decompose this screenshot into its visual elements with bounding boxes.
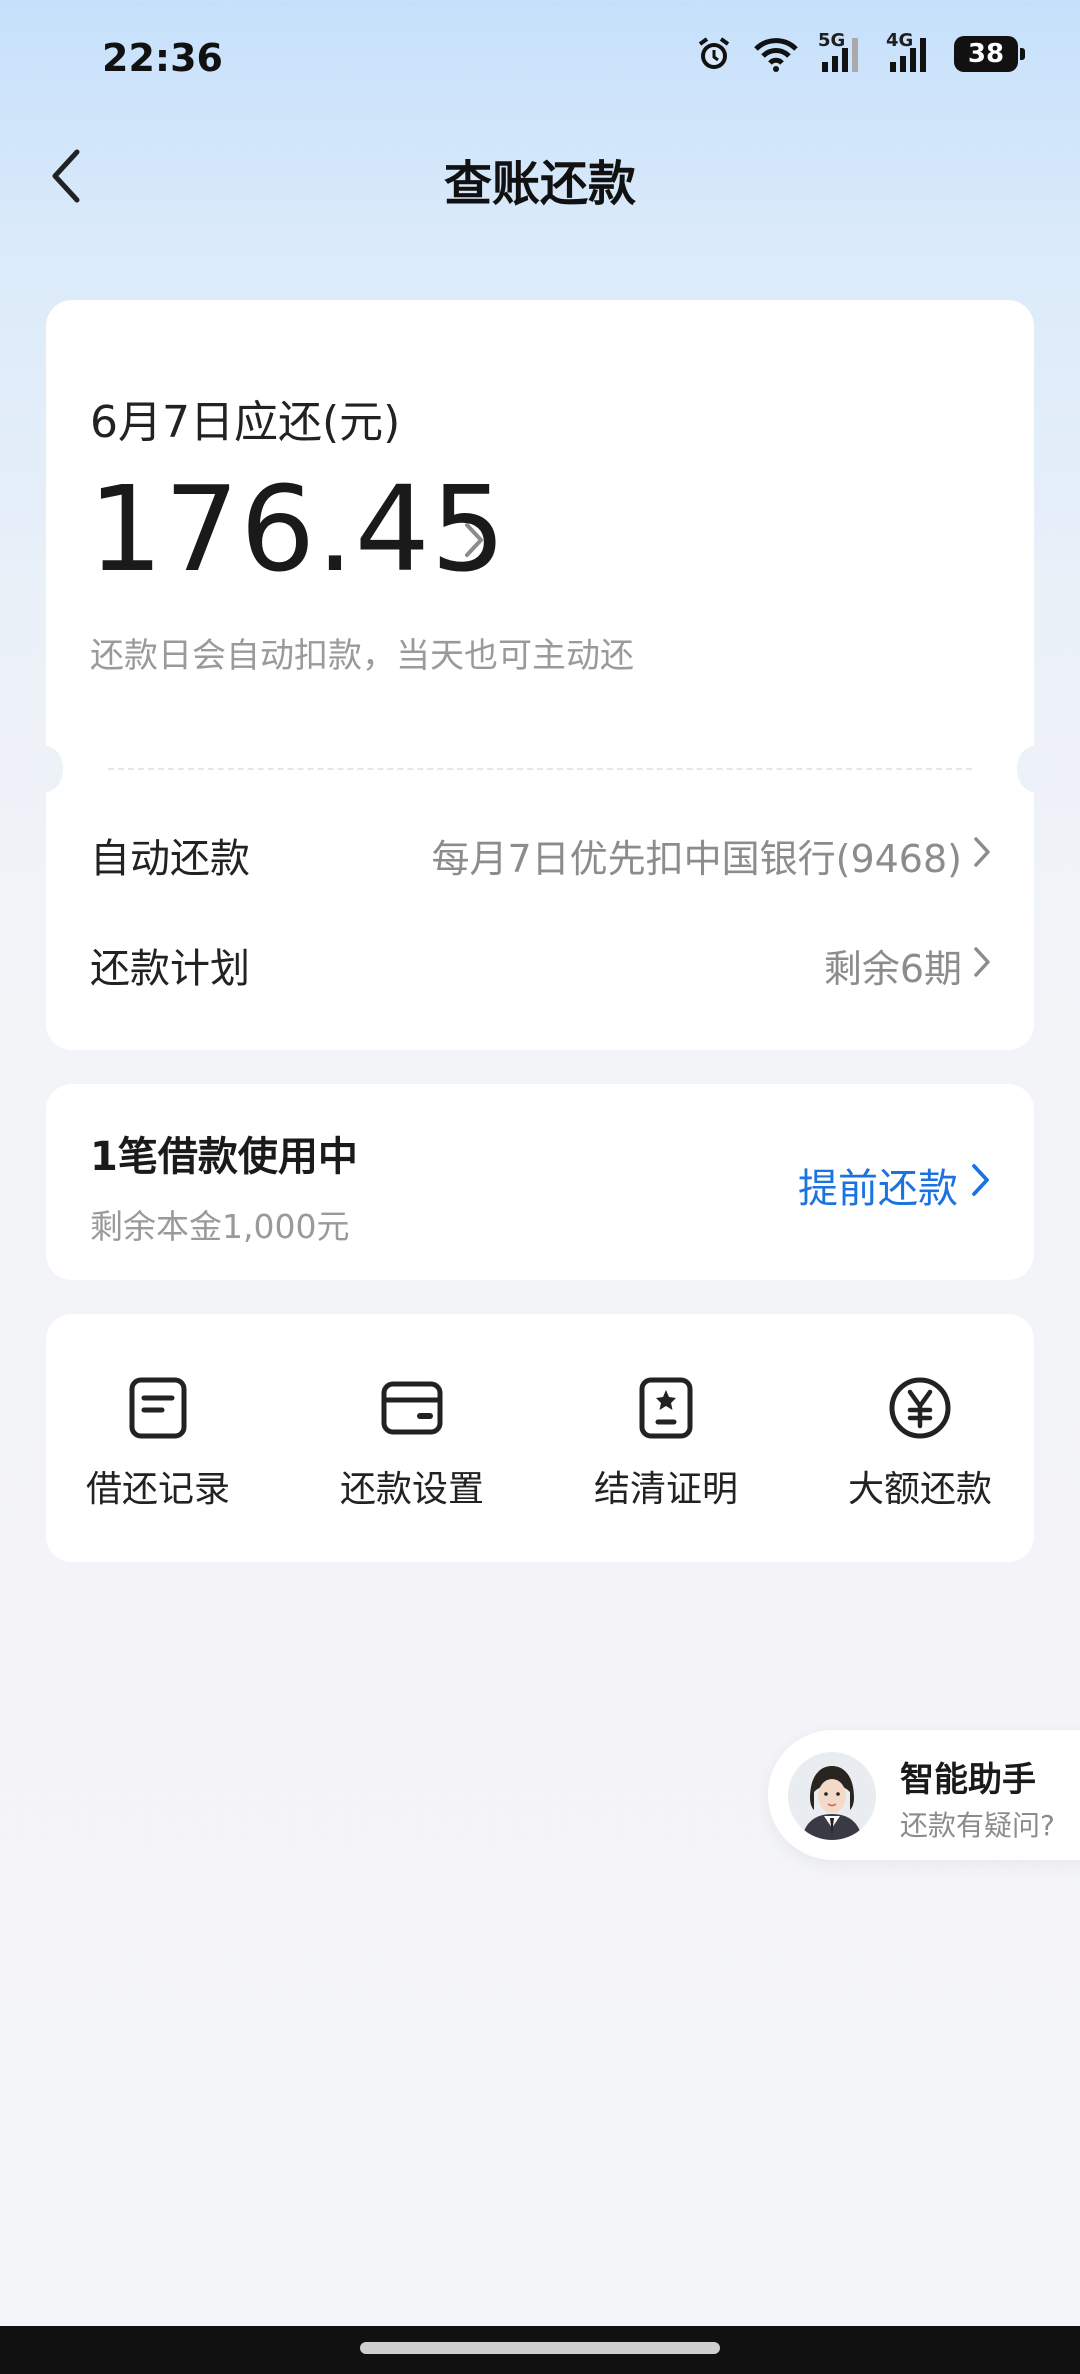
network-4g-label: 4G <box>886 30 914 51</box>
loan-title: 1笔借款使用中 <box>90 1134 358 1180</box>
chevron-right-icon <box>972 834 992 878</box>
alarm-icon <box>694 34 734 74</box>
yuan-icon <box>888 1376 952 1440</box>
record-icon <box>126 1376 190 1440</box>
due-hint: 还款日会自动扣款，当天也可主动还 <box>90 636 634 676</box>
action-label: 大额还款 <box>847 1469 992 1510</box>
repay-plan-value: 剩余6期 <box>823 947 962 991</box>
chevron-right-icon <box>972 944 992 988</box>
network-5g-label: 5G <box>818 30 846 51</box>
assistant-subtitle: 还款有疑问? <box>900 1809 1055 1842</box>
prepay-button[interactable]: 提前还款 <box>798 1156 992 1214</box>
status-time: 22:36 <box>102 36 223 80</box>
card-notch-right <box>1017 746 1051 792</box>
action-label: 还款设置 <box>339 1469 484 1510</box>
repay-plan-row[interactable]: 剩余6期 <box>824 938 992 993</box>
action-label: 结清证明 <box>593 1469 738 1510</box>
status-icons: 5G 4G 38 <box>694 30 1025 74</box>
action-repay-settings[interactable]: 还款设置 <box>312 1376 512 1512</box>
action-settlement-certificate[interactable]: 结清证明 <box>566 1376 766 1512</box>
action-label: 借还记录 <box>85 1469 230 1510</box>
auto-repay-row[interactable]: 每月7日优先扣中国银行(9468) <box>431 828 992 883</box>
auto-repay-label: 自动还款 <box>90 836 250 882</box>
chevron-right-icon[interactable] <box>462 520 486 564</box>
due-date-label: 6月7日应还(元) <box>90 397 401 448</box>
assistant-title: 智能助手 <box>900 1760 1036 1800</box>
due-amount[interactable]: 176.45 <box>88 470 507 588</box>
remaining-principal: 剩余本金1,000元 <box>90 1207 350 1246</box>
repay-plan-label: 还款计划 <box>90 946 250 992</box>
certificate-icon <box>634 1376 698 1440</box>
signal-5g-icon: 5G <box>818 30 868 74</box>
auto-repay-value: 每月7日优先扣中国银行(9468) <box>431 837 962 881</box>
home-indicator[interactable] <box>360 2342 720 2354</box>
card-icon <box>380 1376 444 1440</box>
battery-level: 38 <box>967 39 1005 69</box>
assistant-avatar <box>788 1752 876 1840</box>
battery-icon: 38 <box>954 36 1025 72</box>
chevron-right-icon <box>970 1162 992 1208</box>
signal-4g-icon: 4G <box>886 30 936 74</box>
action-borrow-records[interactable]: 借还记录 <box>58 1376 258 1512</box>
dashed-divider <box>108 768 972 770</box>
prepay-label: 提前还款 <box>798 1166 958 1212</box>
wifi-icon <box>752 35 800 73</box>
page-title: 查账还款 <box>443 156 636 212</box>
action-large-repay[interactable]: 大额还款 <box>820 1376 1020 1512</box>
card-notch-left <box>29 746 63 792</box>
